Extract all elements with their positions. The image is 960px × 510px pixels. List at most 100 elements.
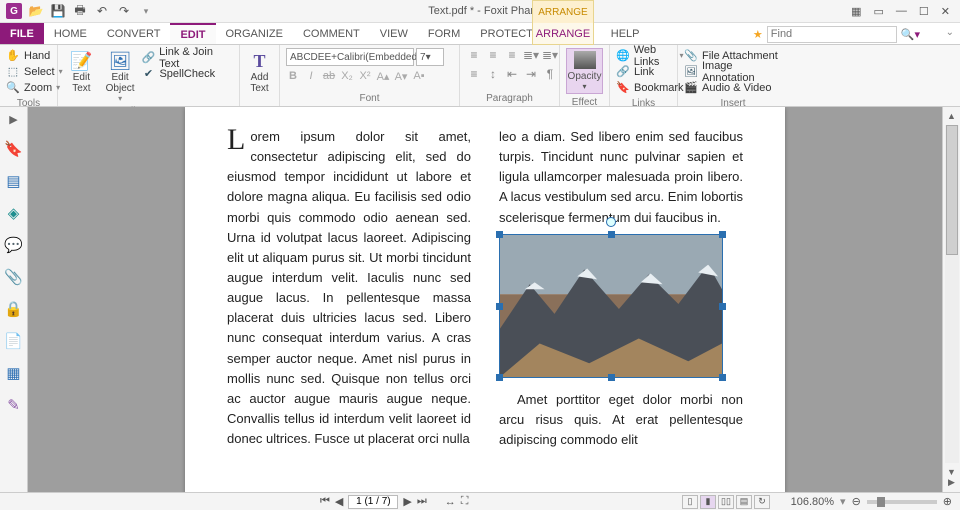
link-join-button[interactable]: 🔗Link & Join Text <box>141 50 233 65</box>
bookmark-button[interactable]: 🔖Bookmark <box>616 80 684 95</box>
add-text-button[interactable]: TAdd Text <box>246 48 273 94</box>
select-tool[interactable]: ⬚Select▾ <box>6 64 63 79</box>
open-icon[interactable]: 📂 <box>28 3 44 19</box>
justify-button[interactable]: ≡ <box>466 67 482 81</box>
last-page-icon[interactable]: ⏭ <box>417 495 427 508</box>
save-icon[interactable]: 💾 <box>50 3 66 19</box>
weblinks-button[interactable]: 🌐Web Links▾ <box>616 48 684 63</box>
hand-tool[interactable]: ✋Hand <box>6 48 63 63</box>
comments-panel-icon[interactable]: 💬 <box>4 236 23 254</box>
page-field[interactable] <box>348 495 398 509</box>
zoom-slider[interactable] <box>867 500 937 504</box>
scroll-track[interactable] <box>945 125 959 463</box>
strike-button[interactable]: ab <box>322 70 336 83</box>
attachments-panel-icon[interactable]: 📎 <box>4 268 23 286</box>
align-left-button[interactable]: ≡ <box>466 48 482 62</box>
pages-panel-icon[interactable]: ▤ <box>6 172 20 190</box>
tab-convert[interactable]: CONVERT <box>97 23 171 44</box>
scroll-right-icon[interactable]: ▶ <box>948 477 955 488</box>
audio-video-button[interactable]: 🎬Audio & Video <box>684 80 782 95</box>
indent-dec-button[interactable]: ⇤ <box>504 67 520 81</box>
tab-organize[interactable]: ORGANIZE <box>216 23 293 44</box>
resize-handle-b[interactable] <box>608 374 615 381</box>
align-right-button[interactable]: ≡ <box>504 48 520 62</box>
resize-handle-r[interactable] <box>719 303 726 310</box>
document-area[interactable]: Lorem ipsum dolor sit amet, consectetur … <box>28 107 942 492</box>
view-rotate-icon[interactable]: ↻ <box>754 495 770 509</box>
scroll-down-icon[interactable]: ▼ <box>947 467 956 477</box>
print-icon[interactable]: 🖶 <box>72 3 88 19</box>
font-name-select[interactable]: ABCDEE+Calibri(Embedded) ▾ <box>286 48 414 66</box>
search-icon[interactable]: 🔍▾ <box>901 28 920 41</box>
size-width-icon[interactable]: ↔ <box>445 496 456 508</box>
sup-button[interactable]: X² <box>358 70 372 83</box>
maximize-icon[interactable]: ☐ <box>919 5 929 18</box>
zoom-out-icon[interactable]: ⊖ <box>852 495 861 508</box>
favorite-icon[interactable]: ★ <box>753 28 763 41</box>
edit-text-button[interactable]: 📝Edit Text <box>64 48 99 94</box>
tab-edit[interactable]: EDIT <box>170 23 215 44</box>
spellcheck-button[interactable]: ✔SpellCheck <box>141 66 233 81</box>
prev-page-icon[interactable]: ◀ <box>335 495 343 508</box>
appmode-icon[interactable]: ▦ <box>851 5 861 18</box>
spacing-button[interactable]: ↕ <box>485 67 501 81</box>
scroll-thumb[interactable] <box>946 125 958 255</box>
numbering-button[interactable]: ≣▾ <box>542 48 558 62</box>
selected-image[interactable] <box>499 234 723 378</box>
italic-button[interactable]: I <box>304 70 318 83</box>
fields-panel-icon[interactable]: ▦ <box>6 364 20 382</box>
bold-button[interactable]: B <box>286 70 300 83</box>
bullets-button[interactable]: ≣▾ <box>523 48 539 62</box>
view-continuous-icon[interactable]: ▮ <box>700 495 716 509</box>
tab-file[interactable]: FILE <box>0 23 44 44</box>
indent-inc-button[interactable]: ⇥ <box>523 67 539 81</box>
next-page-icon[interactable]: ▶ <box>403 495 411 508</box>
font-size-select[interactable]: 7 ▾ <box>416 48 444 66</box>
resize-handle-l[interactable] <box>496 303 503 310</box>
tab-view[interactable]: VIEW <box>370 23 418 44</box>
sub-button[interactable]: X₂ <box>340 70 354 83</box>
link-button[interactable]: 🔗Link <box>616 64 684 79</box>
view-facing-icon[interactable]: ▯▯ <box>718 495 734 509</box>
first-page-icon[interactable]: ⏮ <box>320 495 330 508</box>
close-icon[interactable]: ✕ <box>941 5 950 18</box>
opacity-button[interactable]: Opacity▾ <box>566 48 603 94</box>
find-input[interactable] <box>767 26 897 43</box>
font-color-button[interactable]: A▪ <box>412 70 426 83</box>
bookmarks-panel-icon[interactable]: 🔖 <box>4 140 23 158</box>
shrink-font-button[interactable]: A▾ <box>394 70 408 83</box>
view-single-icon[interactable]: ▯ <box>682 495 698 509</box>
rotate-handle[interactable] <box>606 217 616 227</box>
resize-handle-bl[interactable] <box>496 374 503 381</box>
panel-collapse-icon[interactable]: ▶ <box>9 113 17 126</box>
security-panel-icon[interactable]: 🔒 <box>4 300 23 318</box>
ribbon-options-icon[interactable]: ⌄ <box>946 27 954 38</box>
zoom-tool[interactable]: 🔍Zoom▾ <box>6 80 63 95</box>
edit-object-button[interactable]: 🖼Edit Object▾ <box>103 48 138 103</box>
grow-font-button[interactable]: A▴ <box>376 70 390 83</box>
zoom-thumb[interactable] <box>877 497 885 507</box>
resize-handle-tl[interactable] <box>496 231 503 238</box>
minimize-icon[interactable]: — <box>896 5 907 18</box>
size-page-icon[interactable]: ⛶ <box>461 495 469 508</box>
image-annotation-button[interactable]: 🖼Image Annotation <box>684 64 782 79</box>
ltr-button[interactable]: ¶ <box>542 67 558 81</box>
align-center-button[interactable]: ≡ <box>485 48 501 62</box>
signatures-panel-icon[interactable]: 📄 <box>4 332 23 350</box>
ribbon-min-icon[interactable]: ▭ <box>874 5 884 18</box>
qat-more-icon[interactable]: ▾ <box>138 3 154 19</box>
layers-panel-icon[interactable]: ◈ <box>8 204 20 222</box>
zoom-in-icon[interactable]: ⊕ <box>943 495 952 508</box>
redo-icon[interactable]: ↷ <box>116 3 132 19</box>
tags-panel-icon[interactable]: ✎ <box>7 396 20 414</box>
tab-arrange[interactable]: ARRANGE <box>532 23 594 45</box>
vertical-scrollbar[interactable]: ▲ ▼ ▶ <box>942 107 960 492</box>
tab-home[interactable]: HOME <box>44 23 97 44</box>
undo-icon[interactable]: ↶ <box>94 3 110 19</box>
resize-handle-tr[interactable] <box>719 231 726 238</box>
resize-handle-br[interactable] <box>719 374 726 381</box>
tab-form[interactable]: FORM <box>418 23 470 44</box>
resize-handle-t[interactable] <box>608 231 615 238</box>
tab-comment[interactable]: COMMENT <box>293 23 370 44</box>
view-contfacing-icon[interactable]: ▤ <box>736 495 752 509</box>
